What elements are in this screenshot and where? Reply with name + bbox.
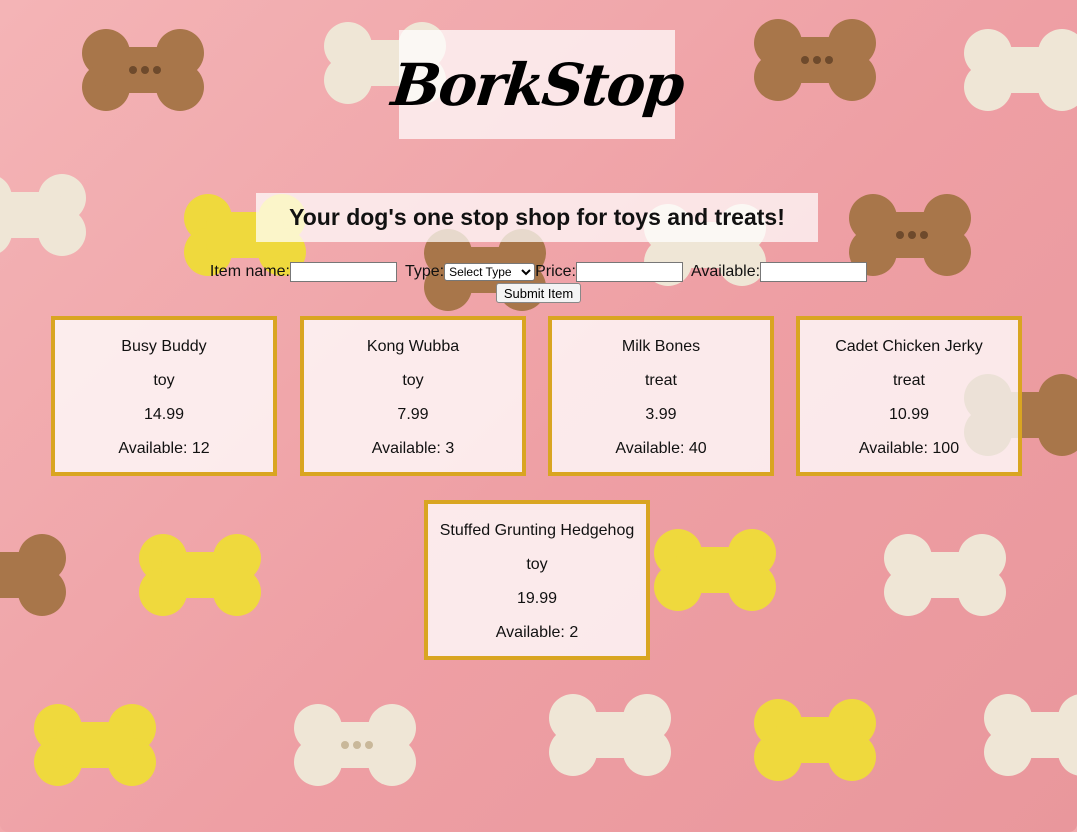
type-select[interactable]: Select Type (444, 263, 536, 281)
item-type: treat (644, 372, 677, 389)
submit-item-button[interactable]: Submit Item (495, 283, 582, 303)
item-price: 7.99 (397, 406, 429, 423)
item-name: Stuffed Grunting Hedgehog (439, 522, 635, 539)
item-name-input[interactable] (289, 262, 397, 282)
item-price: 10.99 (888, 406, 930, 423)
add-item-form: Item name: Type: Select Type Price: Avai… (0, 261, 1077, 303)
bone-biscuit-cream (880, 530, 1010, 620)
site-title: BorkStop (388, 50, 686, 119)
item-price: 19.99 (516, 590, 558, 607)
bone-biscuit-cream (0, 170, 90, 260)
item-card: Stuffed Grunting Hedgehog toy 19.99 Avai… (424, 500, 650, 660)
item-card: Milk Bones treat 3.99 Available: 40 (548, 316, 774, 476)
item-available: Available: 12 (118, 440, 210, 457)
available-label: Available: (690, 263, 761, 280)
bone-biscuit-yellow (750, 695, 880, 785)
bone-biscuit-cream (545, 690, 675, 780)
item-name: Kong Wubba (366, 338, 460, 355)
item-available: Available: 3 (371, 440, 455, 457)
bone-biscuit-cream (960, 25, 1077, 115)
available-input[interactable] (760, 262, 868, 282)
item-name-label: Item name: (209, 263, 290, 280)
item-name: Milk Bones (621, 338, 701, 355)
item-card: Kong Wubba toy 7.99 Available: 3 (300, 316, 526, 476)
item-price: 14.99 (143, 406, 185, 423)
item-type: toy (526, 556, 548, 573)
item-available: Available: 2 (495, 624, 579, 641)
bone-biscuit-yellow (30, 700, 160, 790)
bone-biscuit-brown (750, 15, 880, 105)
bone-biscuit-brown (78, 25, 208, 115)
price-label: Price: (535, 263, 576, 280)
item-available: Available: 100 (858, 440, 960, 457)
item-type: treat (892, 372, 925, 389)
item-type: toy (402, 372, 424, 389)
item-type: toy (153, 372, 175, 389)
item-card: Cadet Chicken Jerky treat 10.99 Availabl… (796, 316, 1022, 476)
bone-biscuit-yellow (650, 525, 780, 615)
item-name: Busy Buddy (121, 338, 207, 355)
tagline: Your dog's one stop shop for toys and tr… (289, 204, 785, 230)
price-input[interactable] (575, 262, 683, 282)
site-title-banner: BorkStop (388, 30, 686, 139)
bone-biscuit-cream (980, 690, 1077, 780)
item-card: Busy Buddy toy 14.99 Available: 12 (51, 316, 277, 476)
item-price: 3.99 (645, 406, 677, 423)
item-available: Available: 40 (615, 440, 707, 457)
type-label: Type: (404, 263, 445, 280)
item-name: Cadet Chicken Jerky (835, 338, 983, 355)
bone-biscuit-yellow (135, 530, 265, 620)
bone-biscuit-cream (290, 700, 420, 790)
bone-biscuit-brown (0, 530, 70, 620)
tagline-banner: Your dog's one stop shop for toys and tr… (256, 193, 818, 242)
